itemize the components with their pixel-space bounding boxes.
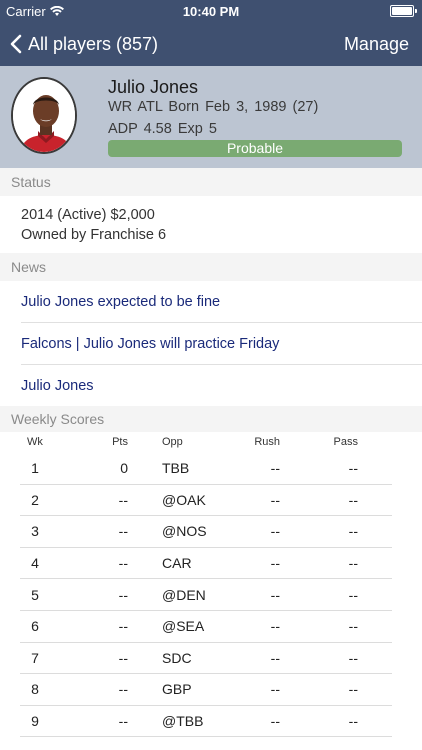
manage-button[interactable]: Manage (344, 22, 409, 66)
opponent-cell: CAR (162, 555, 192, 572)
clock: 10:40 PM (182, 4, 240, 19)
player-photo (13, 79, 75, 152)
opponent-cell: @SEA (162, 618, 205, 635)
rush-cell: -- (270, 618, 280, 635)
opponent-cell: @OAK (162, 491, 206, 508)
week-cell: 2 (31, 491, 39, 508)
status-bar: Carrier 10:40 PM (0, 0, 422, 22)
points-cell: -- (118, 681, 128, 698)
opponent-cell: @NOS (162, 523, 207, 540)
points-cell: -- (118, 618, 128, 635)
column-header-pts: Pts (112, 436, 128, 448)
battery-icon (390, 5, 417, 17)
player-born: Born Feb 3, 1989 (27) (168, 99, 319, 115)
status-details: 2014 (Active) $2,000 Owned by Franchise … (21, 205, 166, 245)
news-item[interactable]: Julio Jones expected to be fine (0, 281, 422, 323)
table-row: 5 -- @DEN -- -- (20, 579, 392, 611)
back-label: All players (857) (28, 33, 159, 54)
week-cell: 6 (31, 618, 39, 635)
points-cell: 0 (120, 460, 128, 477)
section-header-status: Status (0, 168, 422, 196)
pass-cell: -- (348, 491, 358, 508)
section-header-weekly-scores: Weekly Scores (0, 406, 422, 432)
points-cell: -- (118, 586, 128, 603)
navigation-bar: All players (857) Manage (0, 22, 422, 66)
week-cell: 1 (31, 460, 39, 477)
chevron-left-icon (10, 34, 22, 54)
table-header: Wk Pts Opp Rush Pass (20, 431, 392, 453)
table-row: 6 -- @SEA -- -- (20, 611, 392, 643)
week-cell: 4 (31, 555, 39, 572)
table-body: 1 0 TBB -- -- 2 -- @OAK -- -- 3 -- @NOS -- -- 4 -- CAR -- -… (20, 453, 392, 738)
player-stats-line: ADP 4.58 Exp 5 (108, 121, 217, 137)
section-header-news: News (0, 253, 422, 281)
news-item[interactable]: Julio Jones (0, 365, 422, 407)
points-cell: -- (118, 649, 128, 666)
column-header-wk: Wk (27, 436, 43, 448)
player-adp: ADP 4.58 (108, 121, 172, 137)
points-cell: -- (118, 555, 128, 572)
back-button[interactable]: All players (857) (10, 22, 158, 66)
rush-cell: -- (270, 649, 280, 666)
player-header: Julio Jones WR ATL Born Feb 3, 1989 (27)… (0, 66, 422, 168)
rush-cell: -- (270, 523, 280, 540)
week-cell: 8 (31, 681, 39, 698)
pass-cell: -- (348, 713, 358, 730)
column-header-opp: Opp (162, 436, 183, 448)
table-row: 7 -- SDC -- -- (20, 643, 392, 675)
points-cell: -- (118, 713, 128, 730)
pass-cell: -- (348, 681, 358, 698)
rush-cell: -- (270, 713, 280, 730)
player-name: Julio Jones (108, 77, 199, 97)
rush-cell: -- (270, 586, 280, 603)
week-cell: 5 (31, 586, 39, 603)
week-cell: 7 (31, 649, 39, 666)
points-cell: -- (118, 491, 128, 508)
player-position: WR (108, 99, 133, 115)
pass-cell: -- (348, 460, 358, 477)
opponent-cell: @TBB (162, 713, 204, 730)
table-row: 3 -- @NOS -- -- (20, 516, 392, 548)
player-team: ATL (137, 99, 163, 115)
week-cell: 3 (31, 523, 39, 540)
opponent-cell: GBP (162, 681, 192, 698)
points-cell: -- (118, 523, 128, 540)
pass-cell: -- (348, 618, 358, 635)
table-row: 1 0 TBB -- -- (20, 453, 392, 485)
player-exp: Exp 5 (177, 121, 217, 137)
table-row: 9 -- @TBB -- -- (20, 706, 392, 738)
injury-status-badge: Probable (108, 140, 402, 157)
player-avatar (11, 77, 77, 154)
contract-text: 2014 (Active) $2,000 (21, 207, 155, 223)
column-header-pass: Pass (333, 436, 358, 448)
pass-cell: -- (348, 523, 358, 540)
opponent-cell: @DEN (162, 586, 206, 603)
week-cell: 9 (31, 713, 39, 730)
pass-cell: -- (348, 586, 358, 603)
rush-cell: -- (270, 555, 280, 572)
table-row: 8 -- GBP -- -- (20, 674, 392, 706)
column-header-rush: Rush (254, 436, 280, 448)
opponent-cell: SDC (162, 649, 192, 666)
owner-text: Owned by Franchise 6 (21, 227, 167, 243)
table-row: 4 -- CAR -- -- (20, 548, 392, 580)
rush-cell: -- (270, 491, 280, 508)
rush-cell: -- (270, 460, 280, 477)
player-info-line: WR ATL Born Feb 3, 1989 (27) (108, 99, 318, 115)
weekly-scores-table: Wk Pts Opp Rush Pass 1 0 TBB -- -- 2 -- @OAK -- -… (20, 431, 392, 738)
table-row: 2 -- @OAK -- -- (20, 485, 392, 517)
rush-cell: -- (270, 681, 280, 698)
pass-cell: -- (348, 555, 358, 572)
pass-cell: -- (348, 649, 358, 666)
opponent-cell: TBB (162, 460, 190, 477)
news-item[interactable]: Falcons | Julio Jones will practice Frid… (0, 323, 422, 365)
